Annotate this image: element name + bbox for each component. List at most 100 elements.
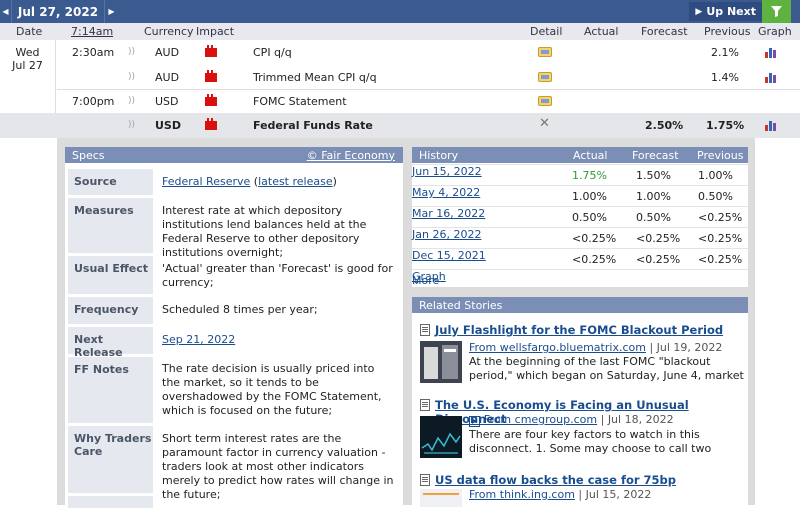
event-currency: AUD — [155, 46, 180, 59]
event-row[interactable]: 7:00pm )) USD FOMC Statement — [0, 89, 800, 114]
detail-folder-icon[interactable] — [538, 72, 552, 82]
event-row-selected[interactable]: )) USD Federal Funds Rate ✕ 2.50% 1.75% — [0, 113, 800, 138]
history-actual: 0.50% — [572, 211, 607, 224]
time-setting-link[interactable]: 7:14am — [71, 25, 113, 38]
history-date-link[interactable]: Dec 15, 2021 — [412, 249, 486, 262]
high-impact-icon — [205, 94, 217, 106]
history-row: Jun 15, 2022 1.75% 1.50% 1.00% — [412, 164, 748, 185]
event-previous: 1.4% — [711, 71, 739, 84]
latest-release-link[interactable]: latest release — [258, 175, 333, 188]
story-source-link[interactable]: From think.ing.com — [469, 488, 575, 501]
history-col-actual: Actual — [573, 148, 608, 162]
history-row: Dec 15, 2021 <0.25% <0.25% <0.25% — [412, 248, 748, 269]
story-thumbnail[interactable] — [420, 489, 462, 507]
story-source: From think.ing.com | Jul 15, 2022 — [469, 488, 652, 501]
history-previous: <0.25% — [698, 232, 743, 245]
history-date-link[interactable]: May 4, 2022 — [412, 186, 480, 199]
story-thumbnail[interactable] — [420, 416, 462, 458]
spec-key: Measures — [68, 198, 153, 253]
speaker-icon[interactable]: )) — [128, 72, 135, 82]
graph-icon[interactable] — [765, 72, 777, 83]
history-previous: <0.25% — [698, 211, 743, 224]
specs-panel: Specs © Fair Economy Source Federal Rese… — [65, 147, 403, 508]
history-forecast: 1.50% — [636, 169, 671, 182]
event-name[interactable]: Federal Funds Rate — [253, 119, 373, 132]
up-next-label: Up Next — [706, 5, 756, 18]
event-currency: USD — [155, 95, 179, 108]
history-row: Mar 16, 2022 0.50% 0.50% <0.25% — [412, 206, 748, 227]
history-date-link[interactable]: Mar 16, 2022 — [412, 207, 485, 220]
col-currency: Currency — [144, 25, 194, 38]
document-icon — [420, 324, 430, 336]
story-source-link[interactable]: From wellsfargo.bluematrix.com — [469, 341, 646, 354]
video-icon: ▶ — [469, 416, 481, 427]
filter-button[interactable] — [762, 0, 791, 23]
speaker-icon[interactable]: )) — [128, 96, 135, 106]
story-source: From wellsfargo.bluematrix.com | Jul 19,… — [469, 341, 723, 354]
filter-icon — [771, 6, 782, 17]
event-name[interactable]: FOMC Statement — [253, 95, 347, 108]
specs-title: Specs — [72, 148, 105, 162]
column-header: Date 7:14am Currency Impact Detail Actua… — [0, 23, 800, 40]
detail-folder-icon[interactable] — [538, 47, 552, 57]
related-stories-panel: Related Stories July Flashlight for the … — [412, 297, 748, 507]
spec-row: Measures Interest rate at which deposito… — [65, 198, 403, 259]
spec-value: Interest rate at which depository instit… — [162, 204, 367, 259]
graph-icon[interactable] — [765, 120, 777, 131]
story-item: US data flow backs the case for 75bp Fro… — [412, 469, 748, 507]
story-thumbnail[interactable] — [420, 341, 462, 383]
history-col-forecast: Forecast — [632, 148, 679, 162]
event-name[interactable]: CPI q/q — [253, 46, 292, 59]
more-label: More — [412, 274, 440, 287]
speaker-icon[interactable]: )) — [128, 47, 135, 57]
spec-value: Sep 21, 2022 — [162, 333, 394, 347]
history-title: History — [419, 148, 459, 162]
close-detail-icon[interactable]: ✕ — [539, 116, 550, 131]
event-time: 2:30am — [72, 46, 115, 59]
history-header: History Actual Forecast Previous — [412, 147, 748, 163]
event-row[interactable]: )) AUD Trimmed Mean CPI q/q 1.4% — [0, 65, 800, 90]
spec-key: Usual Effect — [68, 256, 153, 294]
col-previous: Previous — [704, 25, 751, 38]
spec-row: Frequency Scheduled 8 times per year; — [65, 297, 403, 324]
fair-economy-link[interactable]: © Fair Economy — [307, 149, 395, 162]
story-source-link[interactable]: From cmegroup.com — [484, 413, 597, 426]
high-impact-icon — [205, 70, 217, 82]
event-forecast: 2.50% — [645, 119, 684, 132]
spec-value: Federal Reserve (latest release) — [162, 175, 337, 188]
story-date: Jul 18, 2022 — [607, 413, 674, 426]
event-name[interactable]: Trimmed Mean CPI q/q — [253, 71, 377, 84]
detail-folder-icon[interactable] — [538, 96, 552, 106]
up-next-button[interactable]: ▶ Up Next — [689, 2, 762, 21]
calendar-toolbar: ◀ Jul 27, 2022 ▶ ▶ Up Next — [0, 0, 800, 23]
federal-reserve-link[interactable]: Federal Reserve — [162, 175, 250, 188]
spec-value: Short term interest rates are the paramo… — [162, 432, 394, 501]
event-currency: USD — [155, 119, 181, 132]
history-date-link[interactable]: Jan 26, 2022 — [412, 228, 481, 241]
story-source: ▶ From cmegroup.com | Jul 18, 2022 — [469, 413, 674, 427]
history-footer: ⌄ More Graph — [412, 269, 748, 287]
history-forecast: <0.25% — [636, 232, 681, 245]
spec-row: Source Federal Reserve (latest release) — [65, 169, 403, 195]
history-date-link[interactable]: Jun 15, 2022 — [412, 165, 482, 178]
speaker-icon[interactable]: )) — [128, 120, 135, 130]
history-forecast: 0.50% — [636, 211, 671, 224]
event-row[interactable]: 2:30am )) AUD CPI q/q 2.1% — [0, 40, 800, 65]
story-title[interactable]: US data flow backs the case for 75bp — [435, 473, 676, 487]
graph-icon[interactable] — [765, 47, 777, 58]
story-snippet: There are four key factors to watch in t… — [469, 428, 712, 455]
next-day-button[interactable]: ▶ — [104, 0, 118, 23]
spec-key: Next Release — [68, 327, 153, 359]
history-row: May 4, 2022 1.00% 1.00% 0.50% — [412, 185, 748, 206]
story-title[interactable]: July Flashlight for the FOMC Blackout Pe… — [435, 323, 723, 337]
spec-key: Frequency — [68, 297, 153, 324]
col-impact: Impact — [196, 25, 235, 38]
next-release-link[interactable]: Sep 21, 2022 — [162, 333, 235, 346]
current-date[interactable]: Jul 27, 2022 — [12, 5, 104, 19]
related-title: Related Stories — [419, 298, 503, 312]
history-row: Jan 26, 2022 <0.25% <0.25% <0.25% — [412, 227, 748, 248]
specs-header: Specs © Fair Economy — [65, 147, 403, 163]
story-date: Jul 15, 2022 — [585, 488, 652, 501]
previous-day-button[interactable]: ◀ — [0, 0, 12, 23]
document-icon — [420, 474, 430, 486]
